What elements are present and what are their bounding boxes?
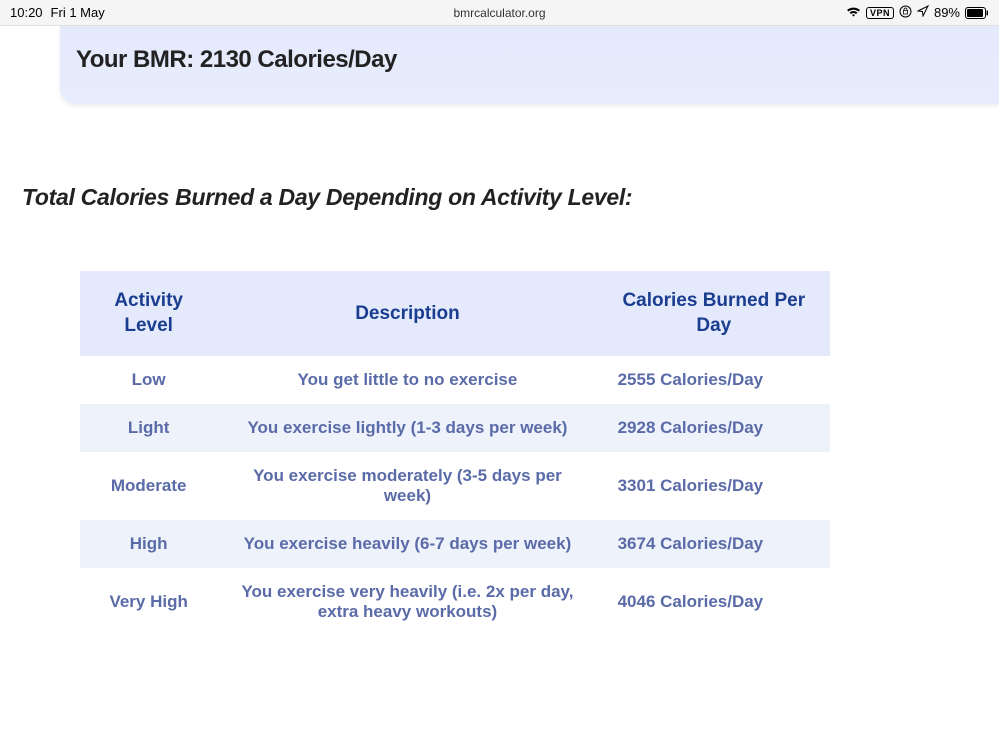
cell-description: You exercise heavily (6-7 days per week) xyxy=(217,520,597,568)
cell-calories: 2928 Calories/Day xyxy=(598,404,830,452)
status-date: Fri 1 May xyxy=(51,5,105,20)
ios-status-bar: 10:20 Fri 1 May bmrcalculator.org VPN 89… xyxy=(0,0,999,26)
cell-description: You get little to no exercise xyxy=(217,356,597,404)
cell-level: Moderate xyxy=(80,452,217,520)
status-right: VPN 89% xyxy=(846,5,989,21)
activity-section-heading: Total Calories Burned a Day Depending on… xyxy=(22,184,999,211)
battery-percent: 89% xyxy=(934,5,960,20)
cell-level: Light xyxy=(80,404,217,452)
location-icon xyxy=(917,5,929,20)
bmr-result-title: Your BMR: 2130 Calories/Day xyxy=(76,46,999,74)
vpn-badge: VPN xyxy=(866,7,894,19)
table-row: Moderate You exercise moderately (3-5 da… xyxy=(80,452,830,520)
table-row: Light You exercise lightly (1-3 days per… xyxy=(80,404,830,452)
wifi-icon xyxy=(846,7,861,18)
table-row: High You exercise heavily (6-7 days per … xyxy=(80,520,830,568)
orientation-lock-icon xyxy=(899,5,912,21)
cell-calories: 2555 Calories/Day xyxy=(598,356,830,404)
page-content: Your BMR: 2130 Calories/Day Total Calori… xyxy=(0,26,999,636)
status-left: 10:20 Fri 1 May xyxy=(10,5,105,20)
bmr-result-banner: Your BMR: 2130 Calories/Day xyxy=(60,26,999,104)
header-activity-level: Activity Level xyxy=(80,271,217,356)
cell-description: You exercise moderately (3-5 days per we… xyxy=(217,452,597,520)
cell-level: Very High xyxy=(80,568,217,636)
header-description: Description xyxy=(217,271,597,356)
cell-calories: 3674 Calories/Day xyxy=(598,520,830,568)
table-header-row: Activity Level Description Calories Burn… xyxy=(80,271,830,356)
cell-description: You exercise lightly (1-3 days per week) xyxy=(217,404,597,452)
cell-calories: 4046 Calories/Day xyxy=(598,568,830,636)
cell-level: Low xyxy=(80,356,217,404)
cell-description: You exercise very heavily (i.e. 2x per d… xyxy=(217,568,597,636)
header-calories: Calories Burned Per Day xyxy=(598,271,830,356)
table-row: Very High You exercise very heavily (i.e… xyxy=(80,568,830,636)
cell-calories: 3301 Calories/Day xyxy=(598,452,830,520)
activity-level-table: Activity Level Description Calories Burn… xyxy=(80,271,830,636)
table-row: Low You get little to no exercise 2555 C… xyxy=(80,356,830,404)
cell-level: High xyxy=(80,520,217,568)
status-time: 10:20 xyxy=(10,5,43,20)
browser-url[interactable]: bmrcalculator.org xyxy=(453,6,545,20)
battery-icon xyxy=(965,7,989,19)
